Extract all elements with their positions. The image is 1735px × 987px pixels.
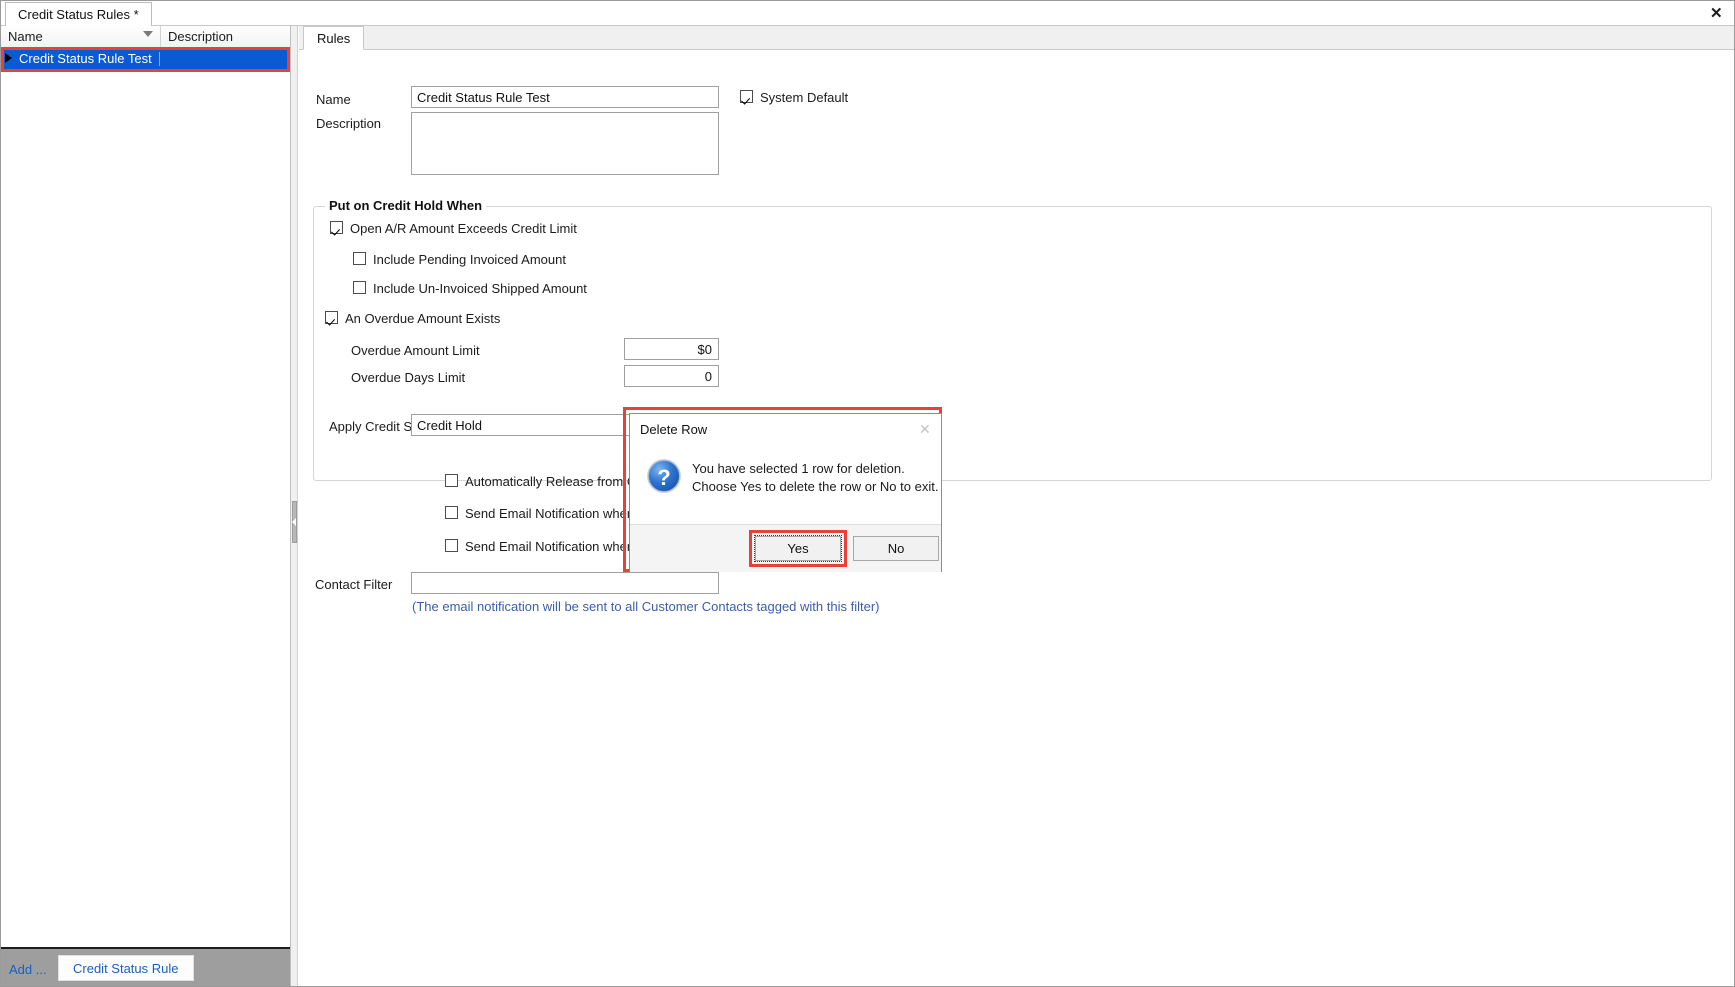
- grid-body: Credit Status Rule Test: [1, 47, 290, 947]
- name-label: Name: [316, 92, 351, 107]
- yes-button[interactable]: Yes: [755, 536, 841, 561]
- dialog-footer: Yes No: [630, 525, 941, 572]
- include-uninvoiced-shipped-amount-label[interactable]: Include Un-Invoiced Shipped Amount: [373, 281, 587, 296]
- tab-rules[interactable]: Rules: [303, 26, 365, 50]
- grid-header: Name Description: [1, 26, 290, 49]
- open-ar-exceeds-credit-limit-checkbox[interactable]: [330, 221, 343, 234]
- contact-filter-label: Contact Filter: [315, 577, 393, 592]
- collapse-left-arrow-icon[interactable]: [292, 518, 296, 526]
- include-pending-invoiced-amount-label[interactable]: Include Pending Invoiced Amount: [373, 252, 566, 267]
- credit-status-rules-list-panel: Name Description Credit Status Rule Test…: [1, 26, 291, 986]
- application-window: Credit Status Rules * ✕ Name Description…: [0, 0, 1735, 987]
- table-row[interactable]: Credit Status Rule Test: [1, 47, 290, 72]
- close-icon[interactable]: ✕: [1704, 3, 1726, 23]
- rule-detail-panel: Rules Name System Default Description Pu…: [299, 26, 1734, 986]
- dialog-message-line-1: You have selected 1 row for deletion.: [692, 461, 905, 476]
- system-default-label[interactable]: System Default: [760, 90, 848, 105]
- overdue-days-limit-label: Overdue Days Limit: [351, 370, 466, 385]
- rules-form: Name System Default Description Put on C…: [299, 50, 1734, 986]
- add-link[interactable]: Add ...: [9, 962, 47, 977]
- list-footer-toolbar: Add ... Credit Status Rule: [1, 947, 290, 986]
- column-header-name-label: Name: [8, 29, 43, 44]
- an-overdue-amount-exists-label[interactable]: An Overdue Amount Exists: [345, 311, 500, 326]
- document-tab-credit-status-rules[interactable]: Credit Status Rules *: [5, 2, 152, 26]
- annotation-highlight-dialog: Delete Row ✕ You have selected 1 row for…: [623, 407, 942, 572]
- automatically-release-from-credit-hold-checkbox[interactable]: [445, 474, 458, 487]
- description-textarea[interactable]: [411, 112, 719, 175]
- sort-descending-icon[interactable]: [143, 31, 153, 37]
- panel-splitter[interactable]: [291, 26, 298, 986]
- send-email-notification-2-checkbox[interactable]: [445, 539, 458, 552]
- contact-filter-input[interactable]: [411, 572, 719, 594]
- dialog-body: You have selected 1 row for deletion. Ch…: [630, 442, 941, 525]
- document-tab-strip: Credit Status Rules * ✕: [1, 1, 1734, 26]
- system-default-checkbox[interactable]: [740, 90, 753, 103]
- overdue-days-limit-input[interactable]: [624, 365, 719, 387]
- no-button[interactable]: No: [853, 536, 939, 561]
- include-pending-invoiced-amount-checkbox[interactable]: [353, 252, 366, 265]
- overdue-amount-limit-label: Overdue Amount Limit: [351, 343, 480, 358]
- dialog-title: Delete Row: [640, 422, 708, 437]
- add-credit-status-rule-button[interactable]: Credit Status Rule: [58, 955, 194, 981]
- open-ar-exceeds-credit-limit-label[interactable]: Open A/R Amount Exceeds Credit Limit: [350, 221, 577, 236]
- an-overdue-amount-exists-checkbox[interactable]: [325, 311, 338, 324]
- column-header-description-label: Description: [168, 29, 234, 44]
- row-cell-name: Credit Status Rule Test: [19, 51, 152, 66]
- put-on-credit-hold-when-title: Put on Credit Hold When: [325, 198, 487, 213]
- delete-row-dialog: Delete Row ✕ You have selected 1 row for…: [629, 413, 942, 572]
- overdue-amount-limit-input[interactable]: [624, 338, 719, 360]
- description-label: Description: [316, 116, 382, 131]
- dialog-message-line-2: Choose Yes to delete the row or No to ex…: [692, 479, 939, 494]
- contact-filter-hint: (The email notification will be sent to …: [412, 599, 880, 614]
- row-cell-divider: [159, 52, 160, 66]
- send-email-notification-1-checkbox[interactable]: [445, 506, 458, 519]
- put-on-credit-hold-when-group: Put on Credit Hold When: [313, 198, 1712, 481]
- detail-tab-strip: Rules: [299, 26, 1734, 50]
- column-header-description[interactable]: Description: [161, 26, 290, 48]
- name-input[interactable]: [411, 86, 719, 108]
- question-icon: [648, 460, 680, 493]
- column-header-name[interactable]: Name: [1, 26, 161, 48]
- dialog-message: You have selected 1 row for deletion. Ch…: [692, 460, 938, 496]
- dialog-close-icon[interactable]: ✕: [913, 418, 935, 438]
- row-indicator-icon: [5, 53, 12, 63]
- include-uninvoiced-shipped-amount-checkbox[interactable]: [353, 281, 366, 294]
